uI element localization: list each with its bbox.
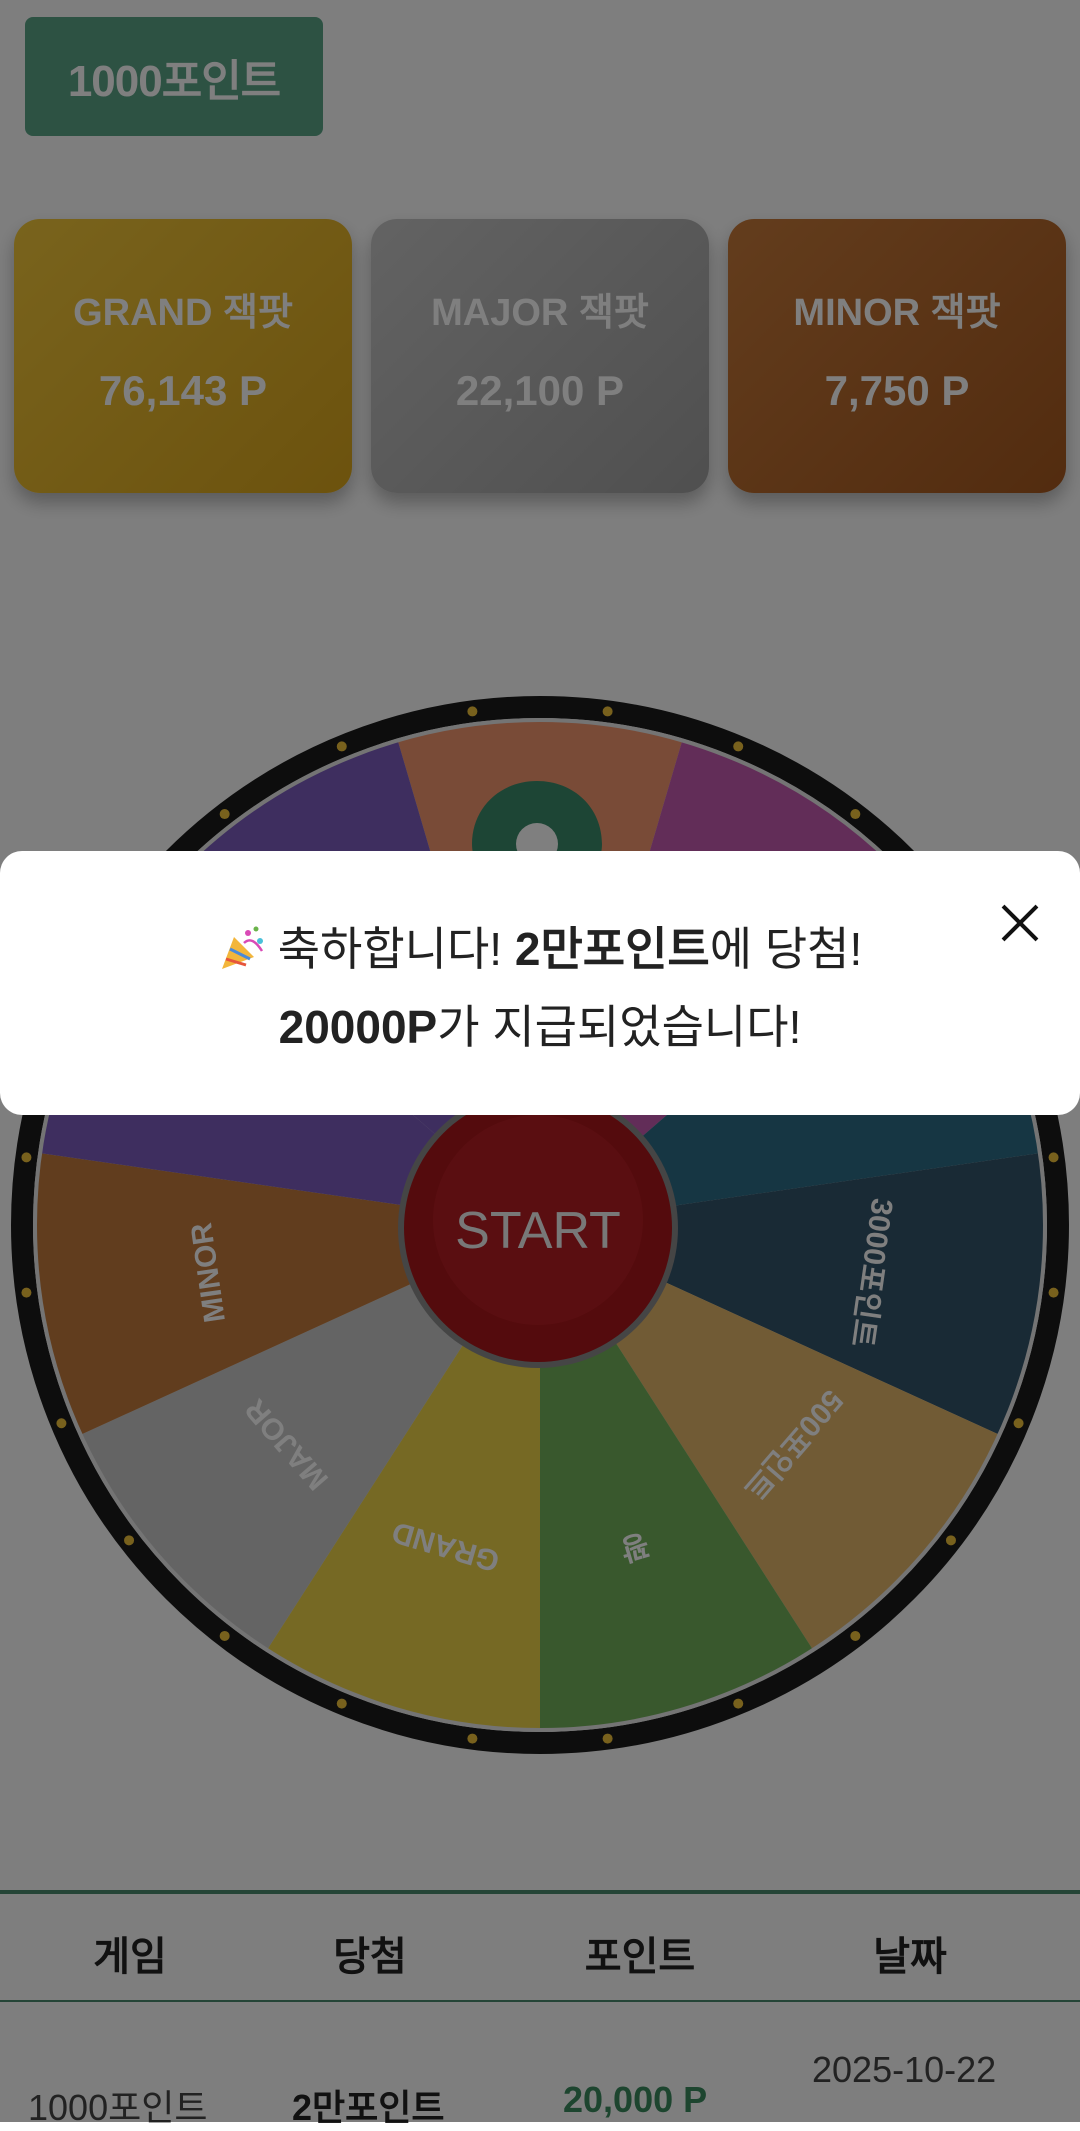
win-message-suffix: 에 당첨! <box>709 923 863 975</box>
party-popper-icon <box>221 926 263 969</box>
win-message-line2: 20000P가 지급되었습니다! <box>0 991 1080 1057</box>
game-page: 1000포인트 GRAND 잭팟 76,143 P MAJOR 잭팟 22,10… <box>0 0 1080 2128</box>
win-modal: 축하합니다! 2만포인트에 당첨! 20000P가 지급되었습니다! <box>0 851 1080 1115</box>
win-message-line1: 축하합니다! 2만포인트에 당첨! <box>0 913 1080 979</box>
win-prize-name: 2만포인트 <box>514 923 710 975</box>
win-message-prefix: 축하합니다! <box>277 923 503 975</box>
win-paid-text: 가 지급되었습니다! <box>437 1001 802 1053</box>
win-amount: 20000P <box>278 1001 438 1053</box>
